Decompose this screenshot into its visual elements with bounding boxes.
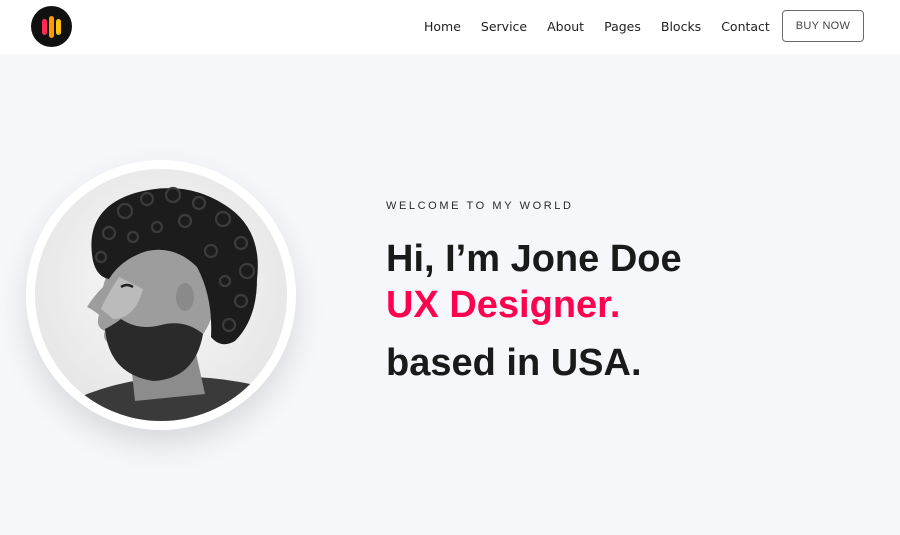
welcome-kicker: WELCOME TO MY WORLD	[386, 200, 574, 212]
logo-icon[interactable]	[31, 6, 72, 47]
hero-location: based in USA.	[386, 342, 642, 384]
portrait-image	[35, 169, 287, 421]
site-header: Home Service About Pages Blocks Contact …	[0, 0, 900, 54]
hero-greeting: Hi, I’m Jone Doe	[386, 238, 682, 280]
nav-item-home[interactable]: Home	[414, 19, 471, 34]
buy-now-button[interactable]: BUY NOW	[782, 10, 864, 42]
nav-item-pages[interactable]: Pages	[594, 19, 651, 34]
logo-bar-red	[42, 19, 47, 35]
logo-bar-orange	[49, 16, 54, 38]
nav-item-about[interactable]: About	[537, 19, 594, 34]
logo-bar-yellow	[56, 19, 61, 35]
hero-role: UX Designer.	[386, 284, 621, 326]
nav-item-contact[interactable]: Contact	[711, 19, 780, 34]
profile-portrait	[26, 160, 296, 430]
nav-item-service[interactable]: Service	[471, 19, 537, 34]
hero-text: WELCOME TO MY WORLD Hi, I’m Jone Doe UX …	[386, 200, 866, 386]
main-nav: Home Service About Pages Blocks Contact	[414, 0, 780, 52]
nav-item-blocks[interactable]: Blocks	[651, 19, 711, 34]
